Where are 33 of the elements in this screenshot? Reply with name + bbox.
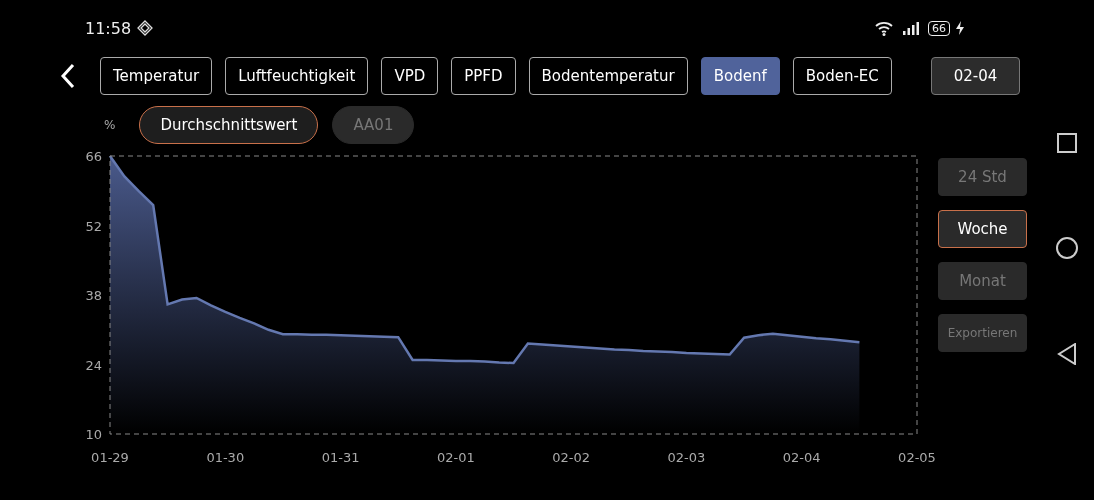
metric-tab[interactable]: Temperatur: [100, 57, 213, 95]
metric-tab[interactable]: Luftfeuchtigkeit: [225, 57, 369, 95]
date-button[interactable]: 02-04: [931, 57, 1020, 95]
unit-label: %: [104, 118, 116, 132]
x-tick-label: 02-02: [552, 450, 591, 465]
x-tick-label: 01-30: [206, 450, 245, 465]
signal-icon: [902, 21, 922, 35]
charging-icon: [956, 21, 964, 35]
back-nav-icon[interactable]: [1057, 343, 1077, 365]
x-tick-label: 02-04: [782, 450, 821, 465]
metric-tab[interactable]: VPD: [381, 57, 439, 95]
x-tick-label: 02-01: [436, 450, 475, 465]
y-tick-label: 10: [85, 427, 102, 442]
metric-tab[interactable]: Bodenf: [700, 57, 780, 95]
y-tick-label: 66: [85, 149, 102, 164]
x-tick-label: 01-31: [321, 450, 360, 465]
y-tick-label: 38: [85, 288, 102, 303]
home-icon[interactable]: [1056, 237, 1078, 259]
source-chip[interactable]: Durchschnittswert: [139, 106, 319, 144]
x-tick-label: 02-05: [898, 450, 936, 465]
y-tick-label: 24: [85, 357, 102, 373]
y-tick-label: 52: [85, 218, 102, 234]
metric-tab[interactable]: PPFD: [451, 57, 516, 95]
metric-tab[interactable]: Boden-EC: [792, 57, 892, 95]
recents-icon[interactable]: [1057, 133, 1077, 153]
battery-level: 66: [928, 20, 950, 36]
x-tick-label: 02-03: [667, 450, 706, 465]
back-icon[interactable]: [60, 63, 76, 89]
notification-icon: [137, 20, 154, 36]
range-button[interactable]: Woche: [938, 210, 1027, 248]
x-tick-label: 01-29: [91, 450, 129, 465]
status-time: 11:58: [85, 18, 132, 38]
metric-tab[interactable]: Bodentemperatur: [528, 57, 688, 95]
